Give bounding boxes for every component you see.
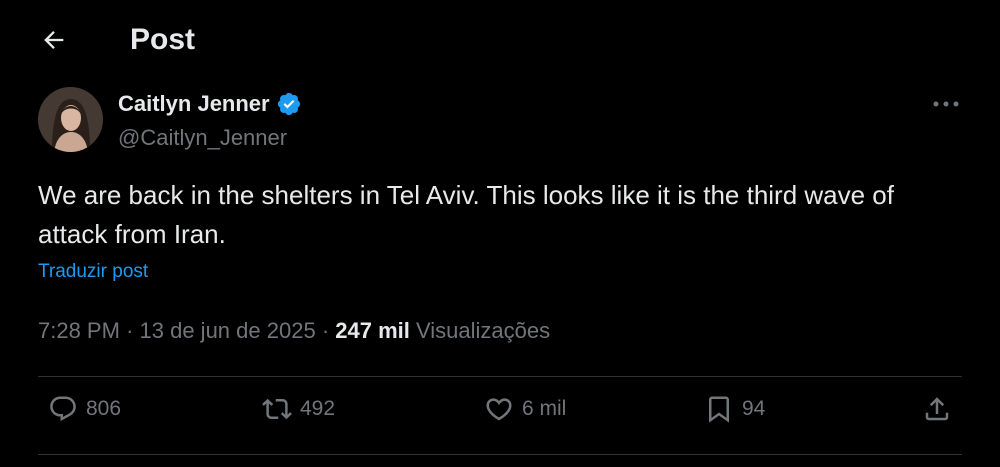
post-meta: 7:28 PM · 13 de jun de 2025 · 247 mil Vi…	[38, 316, 550, 346]
share-icon	[925, 397, 949, 421]
bookmark-count: 94	[742, 397, 766, 420]
divider	[38, 454, 962, 455]
verified-badge-icon[interactable]	[276, 91, 302, 117]
bookmark-button[interactable]: 94	[704, 394, 765, 424]
views-label: Visualizações	[416, 318, 551, 343]
action-bar: 806 492 6 mil 94	[0, 378, 1000, 450]
post-text: We are back in the shelters in Tel Aviv.…	[38, 180, 894, 249]
back-button[interactable]	[36, 22, 72, 58]
arrow-left-icon	[44, 31, 64, 49]
page-title: Post	[130, 23, 196, 56]
repost-count: 492	[300, 397, 336, 420]
post-time[interactable]: 7:28 PM	[38, 318, 120, 343]
divider	[38, 376, 962, 377]
like-button[interactable]: 6 mil	[484, 394, 566, 424]
like-count: 6 mil	[522, 397, 567, 420]
bookmark-icon	[709, 396, 729, 423]
reply-count: 806	[86, 397, 122, 420]
meta-separator: ·	[321, 318, 330, 343]
views-count: 247 mil	[335, 318, 410, 343]
repost-button[interactable]: 492	[262, 394, 335, 424]
author-handle[interactable]: @Caitlyn_Jenner	[118, 124, 287, 152]
avatar[interactable]	[38, 87, 103, 152]
translate-post-link[interactable]: Traduzir post	[38, 259, 148, 285]
post-header: Post	[0, 0, 1000, 80]
share-button[interactable]	[922, 394, 952, 424]
more-options-button[interactable]	[928, 92, 964, 116]
reply-button[interactable]: 806	[48, 394, 121, 424]
repost-icon	[262, 398, 292, 420]
author-name-text: Caitlyn Jenner	[118, 91, 270, 116]
reply-icon	[50, 396, 76, 422]
meta-separator: ·	[126, 318, 134, 343]
post-date[interactable]: 13 de jun de 2025	[140, 318, 316, 343]
more-dots-icon	[933, 101, 959, 107]
avatar-portrait-icon	[38, 87, 103, 152]
author-name[interactable]: Caitlyn Jenner	[118, 90, 302, 118]
heart-icon	[486, 398, 512, 421]
